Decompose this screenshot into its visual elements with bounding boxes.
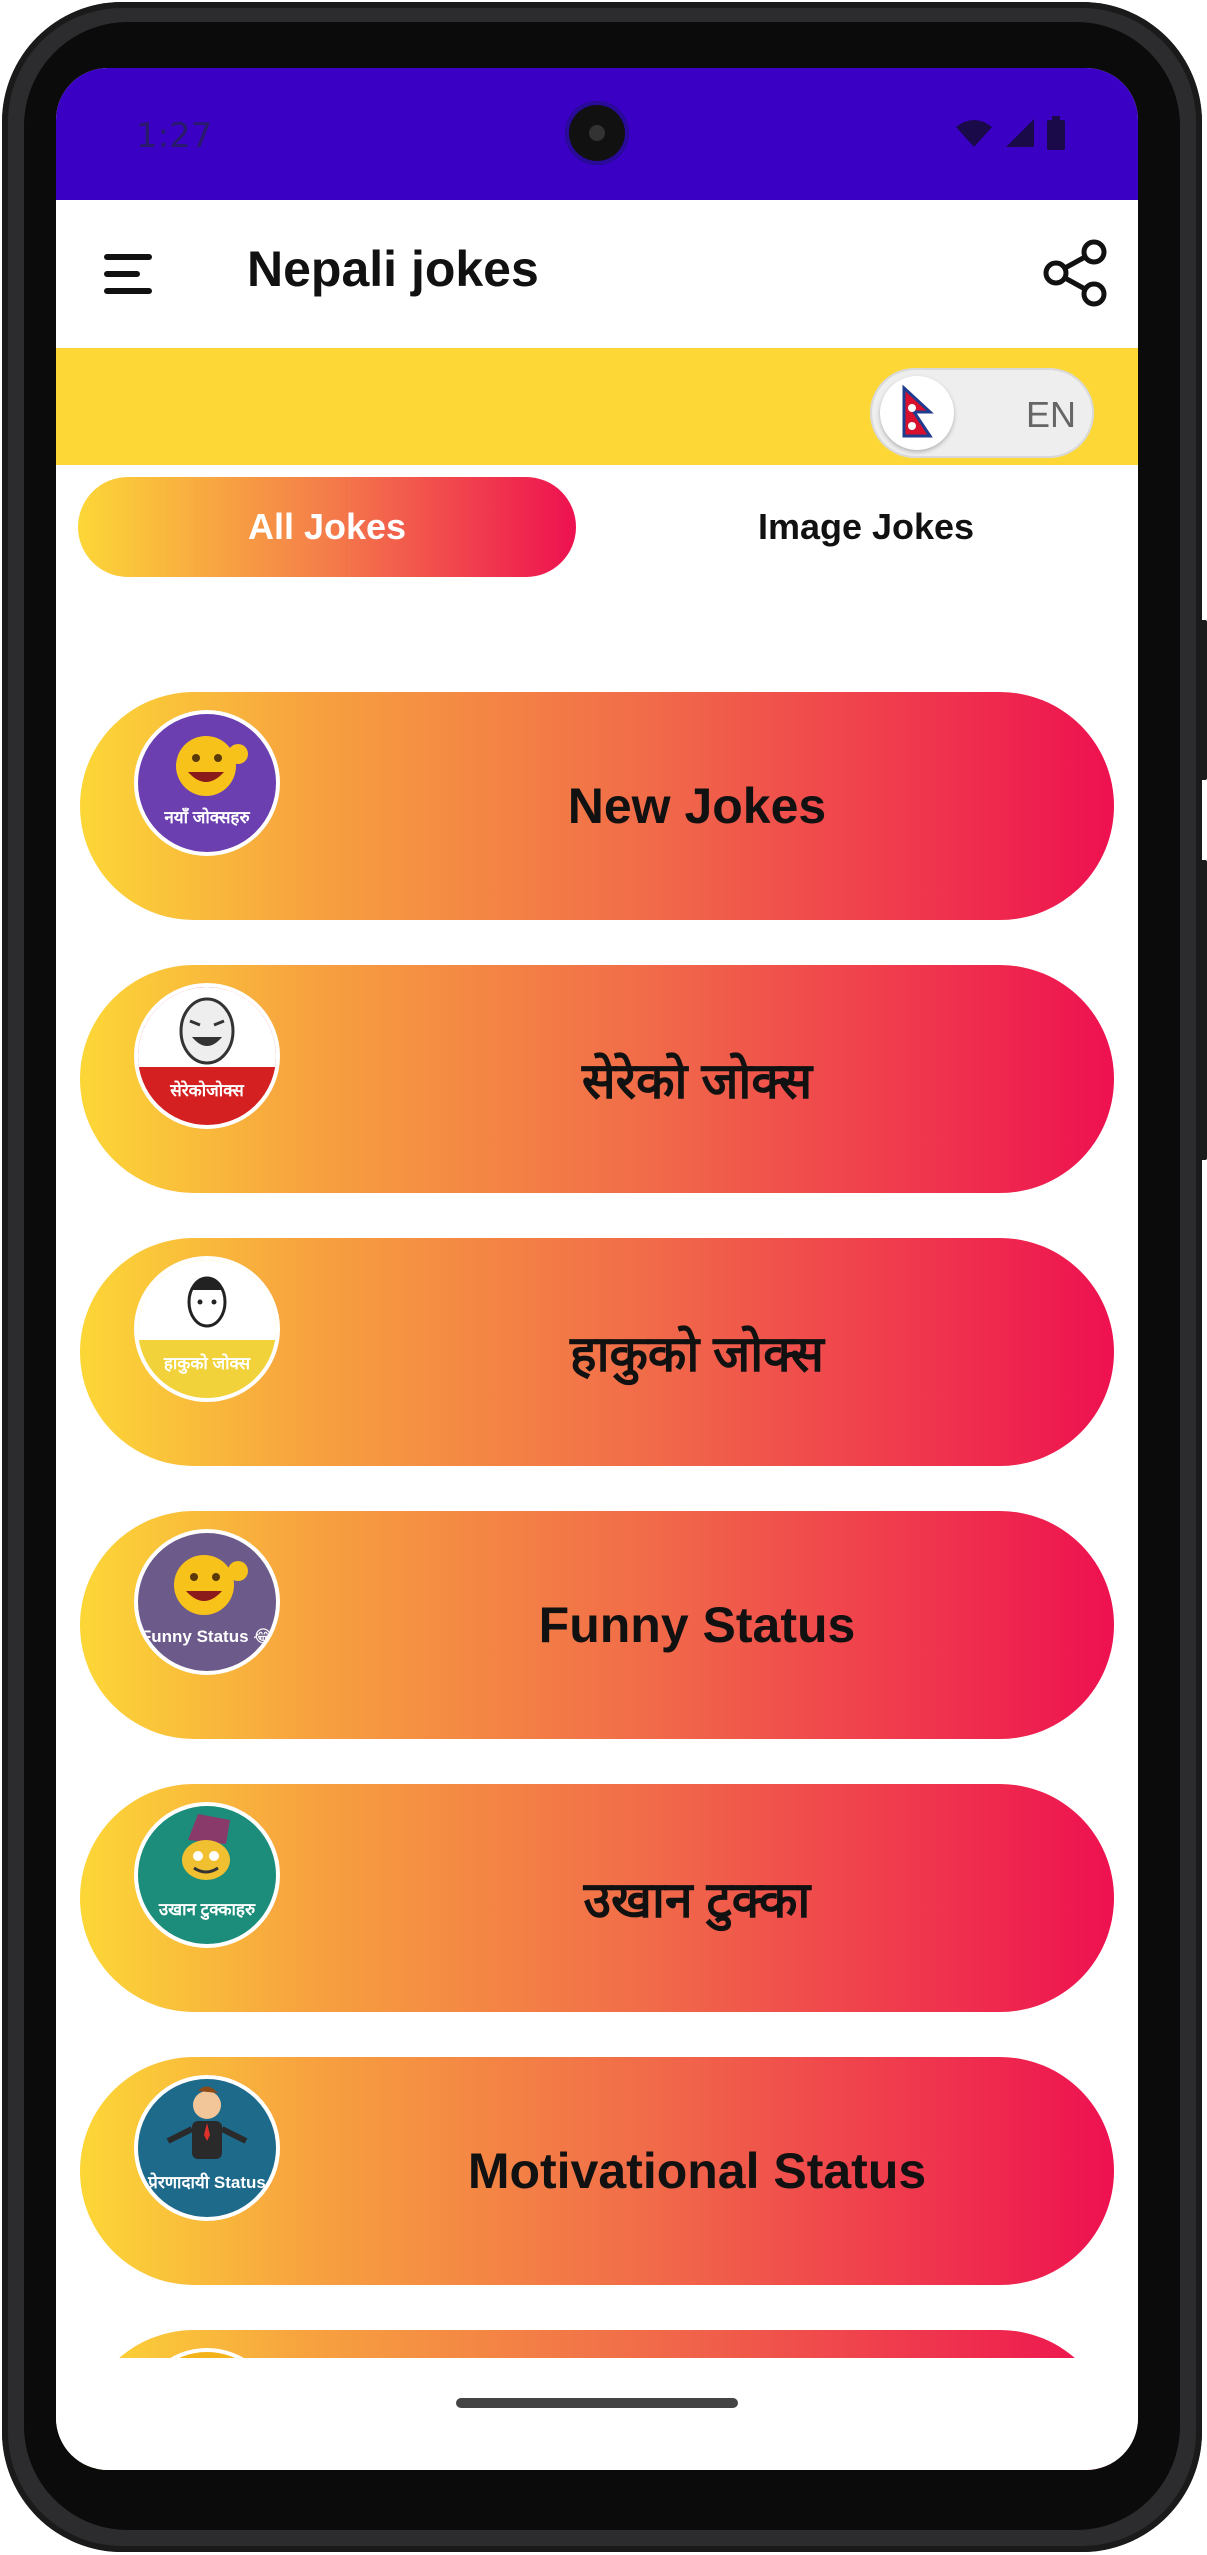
battery-icon [1047, 116, 1065, 150]
app-screen: 1:27 Nepali jokes EN All Jokes Image Jok… [56, 68, 1138, 2470]
category-haku-jokes[interactable]: हाकुको जोक्स हाकुको जोक्स [80, 1238, 1114, 1466]
avatar-caption: उखान टुक्काहरु [158, 1900, 256, 1919]
category-label: New Jokes [567, 778, 827, 834]
language-bar: EN [56, 348, 1138, 465]
category-label: हाकुको जोक्स [570, 1326, 824, 1382]
app-bar: Nepali jokes [56, 200, 1138, 350]
category-ukhan-tukka[interactable]: उखान टुक्काहरु उखान टुक्का [80, 1784, 1114, 2012]
category-new-jokes[interactable]: नयाँ जोक्सहरु New Jokes [80, 692, 1114, 920]
status-time: 1:27 [136, 116, 213, 156]
status-icons [954, 116, 1066, 150]
hamburger-menu-icon[interactable] [104, 254, 156, 294]
category-funny-status[interactable]: Funny Status 😂 Funny Status [80, 1511, 1114, 1739]
share-icon[interactable] [1040, 238, 1110, 308]
signal-icon [1006, 119, 1034, 147]
category-sereko-jokes[interactable]: सेरेकोजोक्स सेरेको जोक्स [80, 965, 1114, 1193]
navigation-bar [56, 2358, 1138, 2470]
tab-image-jokes[interactable]: Image Jokes [616, 477, 1116, 577]
home-indicator[interactable] [456, 2398, 738, 2408]
laughing-face-sketch-icon: सेरेकोजोक्स [134, 983, 280, 1129]
avatar-caption: Funny Status 😂 [140, 1627, 274, 1646]
avatar-caption: सेरेकोजोक्स [170, 1081, 244, 1100]
category-label: सेरेको जोक्स [581, 1053, 813, 1109]
side-button [1199, 620, 1207, 780]
nepal-flag-icon [902, 384, 934, 438]
wifi-icon [956, 120, 992, 147]
side-button [1199, 860, 1207, 1160]
laughing-emoji-icon: नयाँ जोक्सहरु [134, 710, 280, 856]
tab-all-jokes[interactable]: All Jokes [78, 477, 576, 577]
tab-bar: All Jokes Image Jokes [56, 477, 1138, 577]
front-camera [565, 101, 629, 165]
status-bar: 1:27 [56, 68, 1138, 200]
avatar-caption: हाकुको जोक्स [163, 1354, 251, 1373]
cartoon-hat-man-icon: उखान टुक्काहरु [134, 1802, 280, 1948]
category-motivational-status[interactable]: प्रेरणादायी Status Motivational Status [80, 2057, 1114, 2285]
phone-frame: 1:27 Nepali jokes EN All Jokes Image Jok… [0, 0, 1207, 2555]
cartoon-man-icon: हाकुको जोक्स [134, 1256, 280, 1402]
laughing-emoji-icon: Funny Status 😂 [134, 1529, 280, 1675]
category-label: उखान टुक्का [583, 1872, 811, 1928]
language-toggle[interactable]: EN [870, 368, 1094, 458]
toggle-knob [880, 376, 954, 450]
avatar-caption: नयाँ जोक्सहरु [164, 808, 250, 827]
app-title: Nepali jokes [247, 241, 539, 297]
businessman-icon: प्रेरणादायी Status [134, 2075, 280, 2221]
avatar-caption: प्रेरणादायी Status [148, 2173, 266, 2192]
category-label: Motivational Status [467, 2143, 927, 2199]
language-label: EN [1025, 394, 1076, 435]
category-label: Funny Status [538, 1597, 856, 1653]
